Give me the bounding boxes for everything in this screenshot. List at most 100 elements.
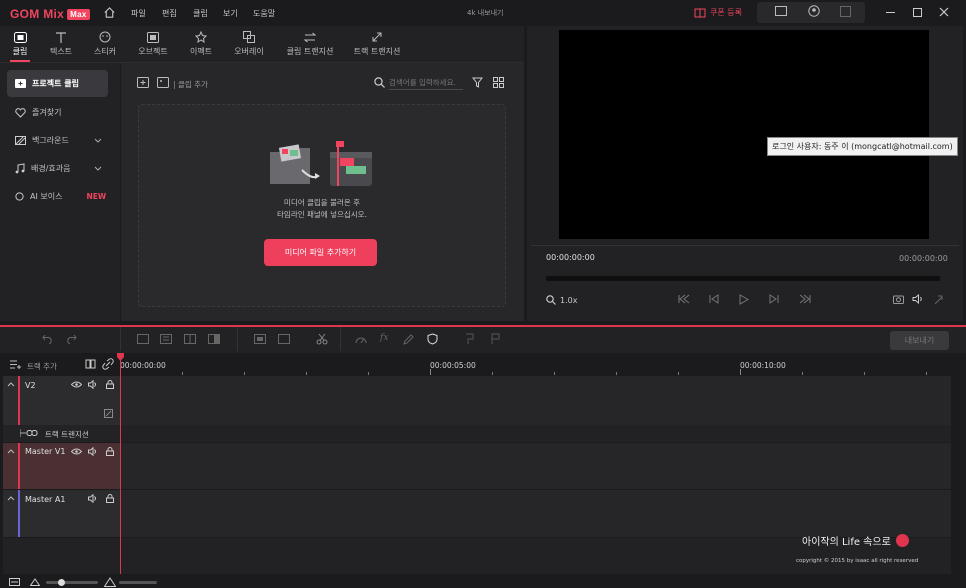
menu-edit[interactable]: 편집 xyxy=(162,8,177,19)
divider xyxy=(340,327,341,351)
chevron-down-icon xyxy=(94,166,102,171)
close-icon[interactable] xyxy=(939,7,949,17)
track-lane-master-a1[interactable] xyxy=(121,490,951,537)
tab-effect[interactable]: 이펙트 xyxy=(186,26,216,62)
go-end-icon[interactable] xyxy=(799,294,811,304)
play-icon[interactable] xyxy=(739,294,749,305)
add-track-icon[interactable] xyxy=(10,360,21,369)
insert-icon[interactable] xyxy=(137,334,149,344)
add-clip-icon xyxy=(15,79,26,88)
ruler-tick xyxy=(616,372,617,375)
tab-object[interactable]: 오브젝트 xyxy=(134,26,172,62)
expand-icon[interactable] xyxy=(933,294,944,305)
marker-left-icon[interactable] xyxy=(465,333,475,345)
menu-file[interactable]: 파일 xyxy=(131,8,146,19)
tab-sticker[interactable]: 스티커 xyxy=(90,26,120,62)
add-clip-label[interactable]: | 클립 추가 xyxy=(173,79,208,90)
zoom-in-icon[interactable] xyxy=(104,577,116,587)
split-icon[interactable] xyxy=(184,334,196,344)
overwrite-icon[interactable] xyxy=(160,334,172,344)
speed-icon[interactable] xyxy=(355,334,367,344)
minimize-icon[interactable] xyxy=(886,12,895,13)
link-icon[interactable] xyxy=(102,358,114,370)
ruler-tick xyxy=(802,372,803,375)
volume-icon[interactable] xyxy=(88,447,98,456)
track-lane-master-v1[interactable] xyxy=(121,443,951,489)
eye-icon[interactable] xyxy=(71,381,82,388)
clip-box-icon[interactable] xyxy=(254,334,266,344)
maximize-icon[interactable] xyxy=(913,8,922,17)
zoom-control[interactable]: 1.0x xyxy=(546,295,577,305)
sidebar-item-music[interactable]: 배경/효과음 xyxy=(7,155,108,182)
shield-icon[interactable] xyxy=(427,333,438,345)
search-input[interactable] xyxy=(389,75,463,90)
menu-view[interactable]: 보기 xyxy=(223,8,238,19)
track-lane-transition[interactable] xyxy=(121,425,951,442)
menu-help[interactable]: 도움말 xyxy=(253,8,275,19)
horizontal-scrollbar[interactable] xyxy=(119,581,157,584)
go-start-icon[interactable] xyxy=(678,294,690,304)
user-icon[interactable] xyxy=(808,5,820,17)
transition-link-icon xyxy=(20,429,38,437)
volume-icon[interactable] xyxy=(88,494,98,503)
zoom-slider[interactable] xyxy=(46,581,98,584)
clip-frame-icon[interactable] xyxy=(278,334,290,344)
ruler-label: 00:00:05:00 xyxy=(430,361,476,370)
collapse-icon[interactable] xyxy=(7,495,15,501)
collapse-icon[interactable] xyxy=(7,448,15,454)
tab-track-transition[interactable]: 트랙 트랜지션 xyxy=(350,26,404,62)
track-lane-v2[interactable] xyxy=(121,376,951,425)
add-image-icon[interactable] xyxy=(157,77,169,88)
eye-icon[interactable] xyxy=(71,448,82,455)
filter-icon[interactable] xyxy=(472,77,483,88)
seek-bar[interactable] xyxy=(546,276,940,281)
lock-icon[interactable] xyxy=(106,494,114,503)
home-icon[interactable] xyxy=(102,5,116,19)
export-button[interactable]: 내보내기 xyxy=(890,331,949,350)
sidebar-item-background[interactable]: 백그라운드 xyxy=(7,127,108,154)
fit-timeline-icon[interactable] xyxy=(9,578,20,586)
zoom-out-icon[interactable] xyxy=(30,578,40,586)
divider xyxy=(531,245,959,246)
prev-frame-icon[interactable] xyxy=(709,294,719,304)
sidebar-item-favorites[interactable]: 즐겨찾기 xyxy=(7,99,108,126)
fx-icon[interactable]: fx xyxy=(380,333,388,343)
track-header-v2[interactable] xyxy=(3,376,120,425)
collapse-icon[interactable] xyxy=(7,381,15,387)
max-badge: Max xyxy=(67,9,90,20)
playhead-handle[interactable] xyxy=(117,353,124,361)
coupon-button[interactable]: 쿠폰 등록 xyxy=(694,7,742,18)
add-media-button[interactable]: 미디어 파일 추가하기 xyxy=(264,239,377,266)
save-icon[interactable] xyxy=(840,6,851,17)
scissors-icon[interactable] xyxy=(316,333,328,345)
undo-icon[interactable] xyxy=(42,334,54,344)
screen-icon[interactable] xyxy=(775,6,787,16)
tab-overlay[interactable]: 오버레이 xyxy=(230,26,268,62)
snap-icon[interactable] xyxy=(85,359,96,369)
add-folder-icon[interactable] xyxy=(137,77,149,88)
sticker-icon xyxy=(99,31,111,43)
ruler-tick xyxy=(678,372,679,375)
playhead[interactable] xyxy=(120,353,121,574)
sidebar-item-project-clip[interactable]: 프로젝트 클립 xyxy=(7,70,108,97)
pen-icon[interactable] xyxy=(403,334,414,345)
marker-right-icon[interactable] xyxy=(490,333,500,345)
trim-icon[interactable] xyxy=(208,334,220,344)
lock-icon[interactable] xyxy=(106,447,114,456)
lock-icon[interactable] xyxy=(106,380,114,389)
menu-clip[interactable]: 클립 xyxy=(193,8,208,19)
fit-icon[interactable] xyxy=(104,409,113,418)
tab-clip-transition[interactable]: 클립 트랜지션 xyxy=(284,26,336,62)
add-track-label[interactable]: 트랙 추가 xyxy=(27,361,57,372)
next-frame-icon[interactable] xyxy=(769,294,779,304)
track-color-bar xyxy=(18,490,20,537)
redo-icon[interactable] xyxy=(65,334,77,344)
grid-view-icon[interactable] xyxy=(493,77,504,88)
camera-icon[interactable] xyxy=(893,294,904,304)
tab-clip[interactable]: 클립 xyxy=(6,26,34,62)
volume-icon[interactable] xyxy=(88,380,98,389)
sidebar-item-ai-voice[interactable]: AI 보이스 NEW xyxy=(7,183,108,210)
zoom-slider-handle[interactable] xyxy=(58,579,65,586)
tab-text[interactable]: 텍스트 xyxy=(46,26,76,62)
volume-icon[interactable] xyxy=(912,294,924,304)
